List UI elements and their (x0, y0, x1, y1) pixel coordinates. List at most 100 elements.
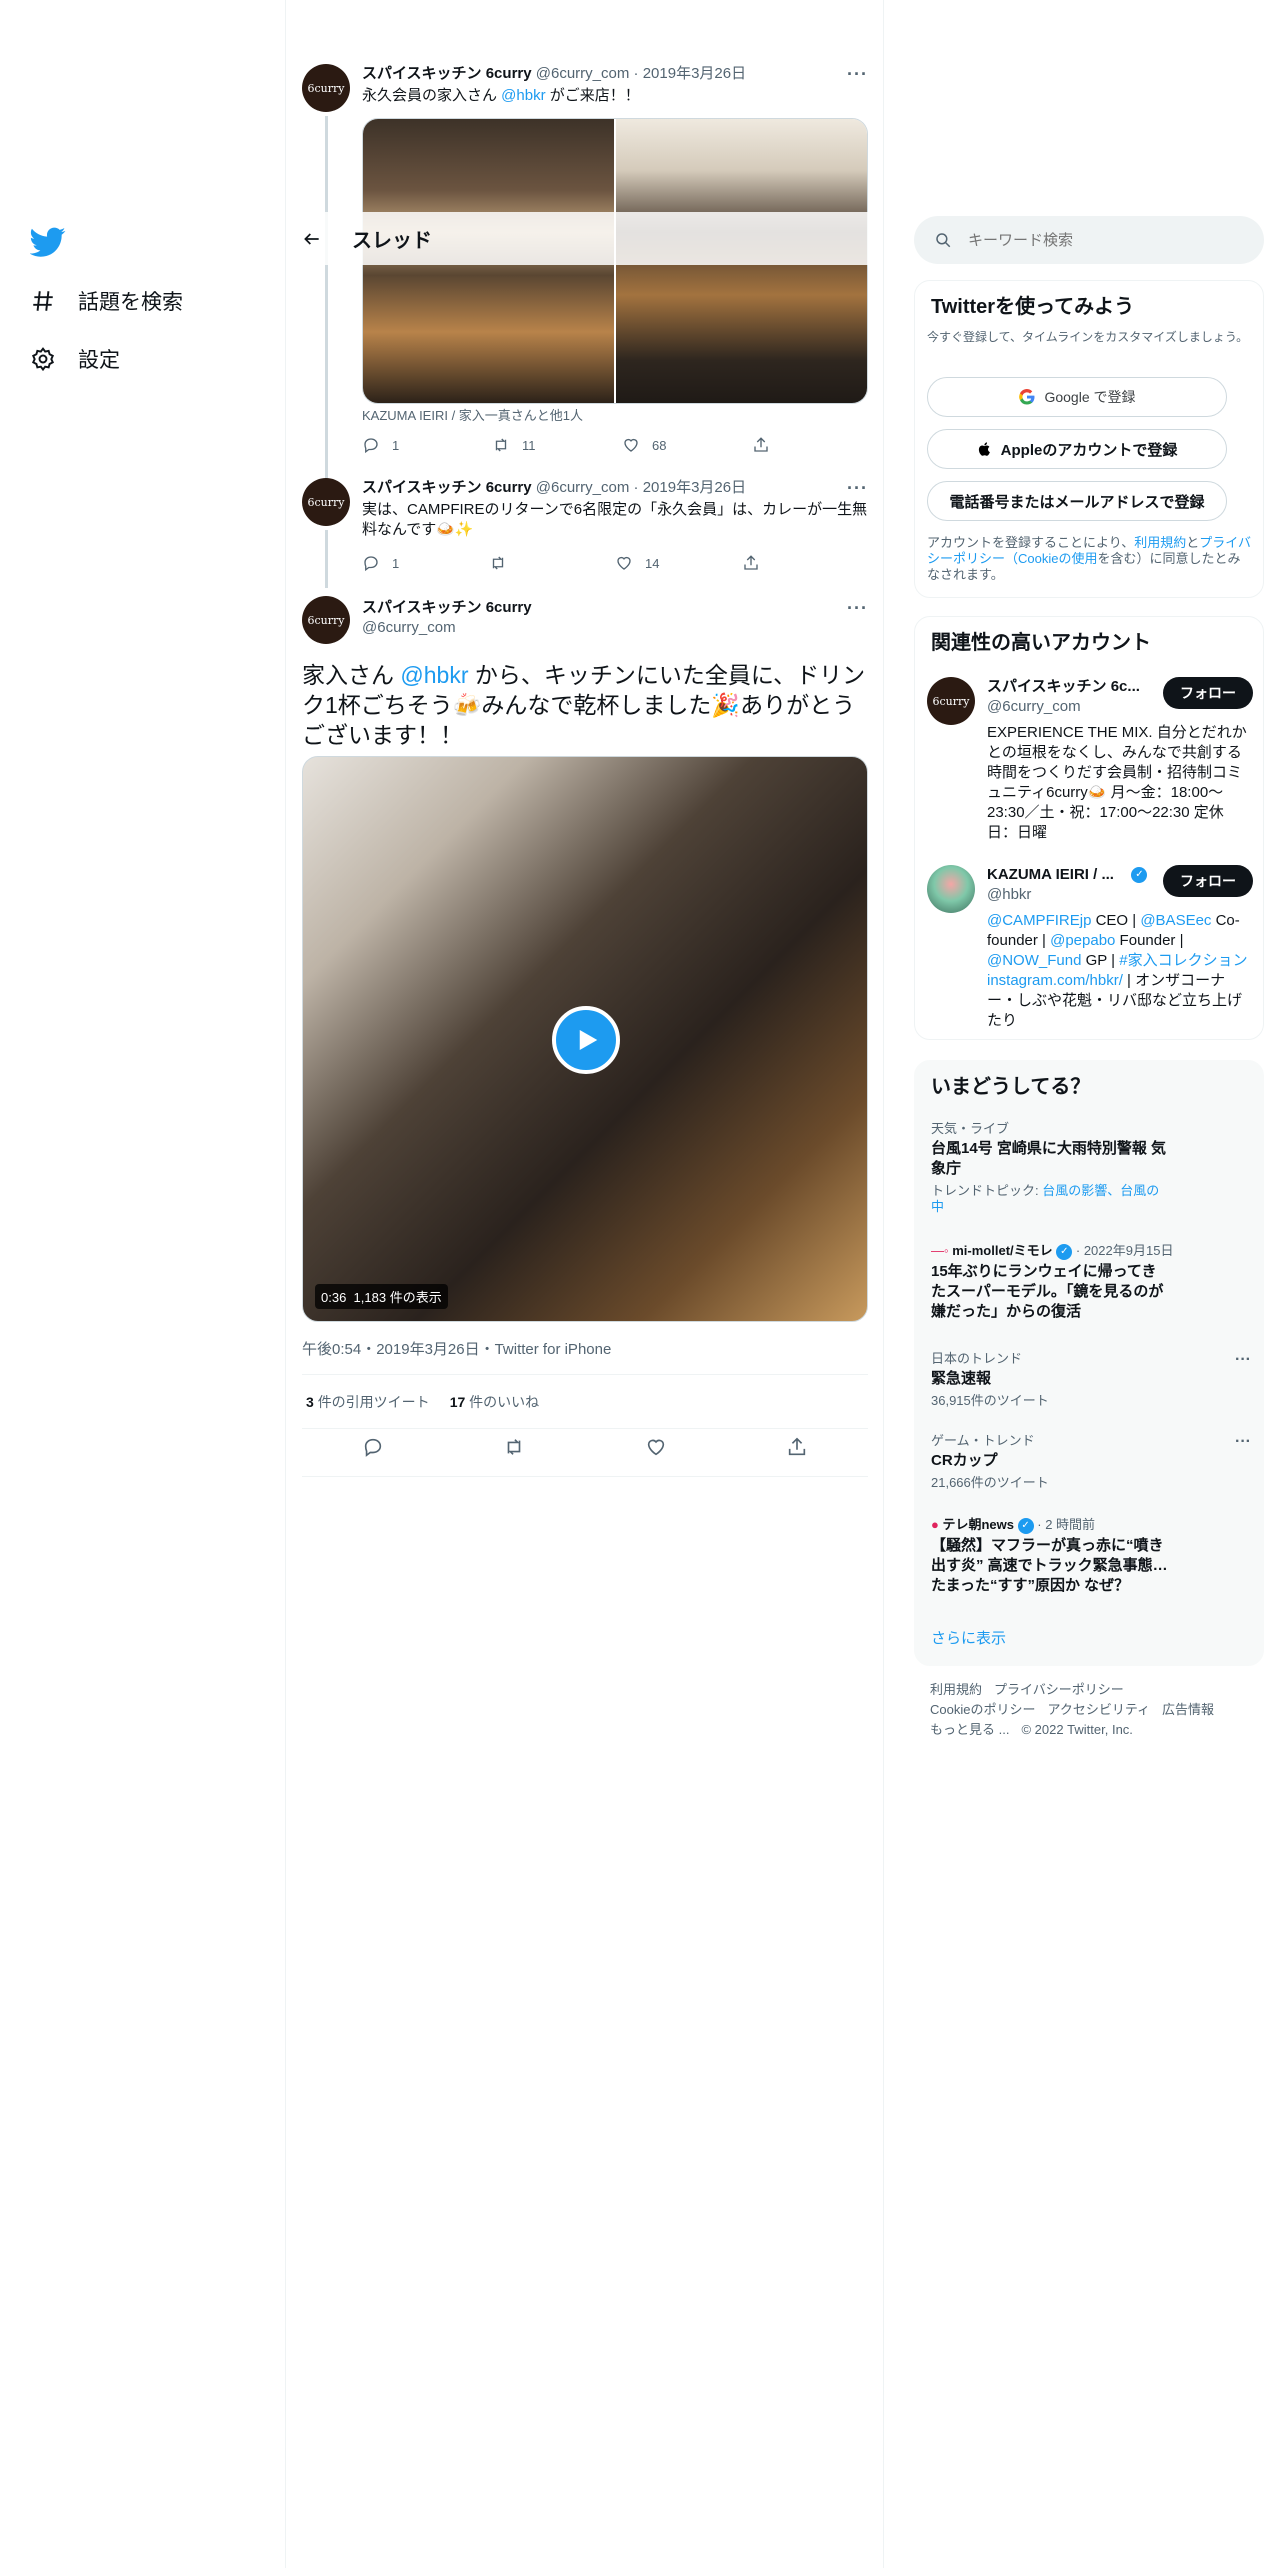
trends-title: いまどうしてる？ (931, 1076, 1091, 1098)
footer-link[interactable]: アクセシビリティ (1047, 1702, 1150, 1717)
more-options-icon[interactable]: ··· (847, 64, 868, 85)
share-icon[interactable] (786, 1436, 808, 1458)
photo-tag-line[interactable]: KAZUMA IEIRI / 家入一真さんと他1人 (362, 408, 583, 424)
account-name[interactable]: KAZUMA IEIRI / ... (987, 865, 1127, 885)
verified-badge-icon: ✓ (1056, 1243, 1073, 1260)
twitter-logo-icon[interactable] (29, 224, 66, 260)
thread-connector (325, 116, 328, 526)
nav-explore[interactable]: 話題を検索 (30, 286, 183, 316)
search-input[interactable] (968, 231, 1228, 249)
follow-button[interactable]: フォロー (1163, 677, 1253, 709)
reply-button[interactable]: 1 (362, 554, 489, 572)
trend-title: 台風14号 宮崎県に大雨特別警報 気象庁 (931, 1140, 1167, 1177)
search-bar[interactable] (914, 216, 1264, 264)
google-signup-button[interactable]: Google で登録 (927, 377, 1227, 417)
retweet-button[interactable] (489, 554, 616, 572)
share-button[interactable] (742, 554, 869, 572)
tweet-actions: 1 11 68 (362, 436, 882, 454)
heart-icon[interactable] (645, 1436, 667, 1458)
tweet-date[interactable]: 2019年3月26日 (643, 65, 746, 82)
avatar[interactable]: 6curry (927, 677, 975, 725)
tweet-author-handle[interactable]: @6curry_com (536, 65, 630, 82)
trend-item[interactable]: 日本のトレンド 緊急速報 36,915件のツイート ··· (931, 1351, 1251, 1409)
account-bio: @CAMPFIREjp CEO | @BASEec Co-founder | @… (987, 912, 1248, 1029)
quote-tweets-link[interactable]: 3 件の引用ツイート (306, 1392, 430, 1412)
avatar[interactable]: 6curry (302, 478, 350, 526)
reply-button[interactable]: 1 (362, 436, 492, 454)
heart-icon (624, 438, 638, 452)
video-info-badge: 0:36 1,183 件の表示 (315, 1284, 448, 1309)
more-options-icon[interactable]: ··· (1235, 1433, 1251, 1451)
more-options-icon[interactable]: ··· (1235, 1351, 1251, 1369)
copyright: © 2022 Twitter, Inc. (1021, 1722, 1133, 1737)
retweet-button[interactable]: 11 (492, 436, 622, 454)
account-name[interactable]: スパイスキッチン 6c... (987, 677, 1147, 697)
news-source-icon: —◦ (931, 1243, 949, 1258)
footer-link[interactable]: Cookieのポリシー (930, 1702, 1035, 1717)
thread-header: スレッド (286, 212, 883, 265)
trend-item[interactable]: ● テレ朝news ✓ · 2 時間前 【騒然】マフラーが真っ赤に“噴き出す炎”… (931, 1517, 1251, 1596)
mention-link[interactable]: @hbkr (400, 662, 468, 688)
retweet-icon[interactable] (503, 1436, 525, 1458)
tweet-author-handle[interactable]: @6curry_com (536, 479, 630, 496)
tweet-text: 永久会員の家入さん @hbkr がご来店！！ (362, 87, 640, 104)
more-options-icon[interactable]: ··· (847, 598, 868, 619)
show-more-link[interactable]: さらに表示 (931, 1627, 1006, 1648)
terms-link[interactable]: 利用規約 (1134, 535, 1186, 550)
divider (302, 1476, 868, 1477)
follow-button[interactable]: フォロー (1163, 865, 1253, 897)
avatar[interactable]: 6curry (302, 596, 350, 644)
trend-item[interactable]: 天気・ライブ 台風14号 宮崎県に大雨特別警報 気象庁 トレンドトピック: 台風… (931, 1121, 1251, 1215)
hashtag-icon (33, 291, 53, 311)
play-icon (579, 1030, 598, 1050)
tweet-timestamp[interactable]: 午後0:54・2019年3月26日・Twitter for iPhone (302, 1338, 611, 1359)
tweet-author-name[interactable]: スパイスキッチン 6curry (362, 479, 532, 496)
trend-title: 15年ぶりにランウェイに帰ってきたスーパーモデル。「鏡を見るのが嫌だった」からの… (931, 1262, 1164, 1320)
trend-item[interactable]: ゲーム・トレンド CRカップ 21,666件のツイート ··· (931, 1433, 1251, 1491)
share-button[interactable] (752, 436, 882, 454)
tweet-video[interactable]: 0:36 1,183 件の表示 (302, 756, 868, 1322)
tweet-author-name[interactable]: スパイスキッチン 6curry (362, 599, 532, 616)
divider (302, 1374, 868, 1375)
related-account[interactable]: KAZUMA IEIRI / ... ✓ @hbkr @CAMPFIREjp C… (927, 865, 1253, 1029)
like-button[interactable]: 14 (615, 554, 742, 572)
back-arrow-icon[interactable] (302, 229, 322, 249)
avatar[interactable] (927, 865, 975, 913)
divider (302, 1428, 868, 1429)
apple-logo-icon (978, 442, 990, 456)
avatar[interactable]: 6curry (302, 64, 350, 112)
tweet-author-handle[interactable]: @6curry_com (362, 619, 456, 636)
verified-badge-icon: ✓ (1131, 867, 1148, 883)
account-bio: EXPERIENCE THE MIX. 自分とだれかとの垣根をなくし、みんなで共… (987, 724, 1247, 841)
play-button[interactable] (552, 1006, 620, 1074)
trends-card: いまどうしてる？ 天気・ライブ 台風14号 宮崎県に大雨特別警報 気象庁 トレン… (914, 1060, 1264, 1666)
focus-tweet-actions (302, 1436, 868, 1458)
tweet-header: スパイスキッチン 6curry @6curry_com · 2019年3月26日 (362, 65, 747, 82)
tweet-date[interactable]: 2019年3月26日 (643, 479, 746, 496)
footer-link[interactable]: プライバシーポリシー (994, 1682, 1124, 1697)
trend-title: CRカップ (931, 1452, 998, 1469)
thread-tweet-2[interactable]: 6curry スパイスキッチン 6curry @6curry_com · 201… (302, 478, 869, 588)
footer-link[interactable]: 広告情報 (1162, 1702, 1214, 1717)
phone-email-signup-button[interactable]: 電話番号またはメールアドレスで登録 (927, 481, 1227, 521)
footer-link[interactable]: もっと見る ... (930, 1722, 1009, 1737)
mention-link[interactable]: @hbkr (501, 87, 545, 104)
reply-icon[interactable] (362, 1436, 384, 1458)
left-navigation: 話題を検索 設定 (0, 0, 286, 2568)
trend-item[interactable]: —◦ mi-mollet/ミモレ ✓ · 2022年9月15日 15年ぶりにラン… (931, 1243, 1251, 1322)
more-options-icon[interactable]: ··· (847, 478, 868, 499)
related-title: 関連性の高いアカウント (931, 632, 1151, 654)
nav-settings[interactable]: 設定 (30, 344, 120, 374)
like-button[interactable]: 68 (622, 436, 752, 454)
tweet-header: スパイスキッチン 6curry @6curry_com · 2019年3月26日 (362, 479, 747, 496)
related-account[interactable]: 6curry スパイスキッチン 6c... @6curry_com EXPERI… (927, 677, 1253, 841)
footer-link[interactable]: 利用規約 (930, 1682, 982, 1697)
tweet-author-name[interactable]: スパイスキッチン 6curry (362, 65, 532, 82)
nav-explore-label: 話題を検索 (78, 291, 183, 314)
related-accounts-card: 関連性の高いアカウント 6curry スパイスキッチン 6c... @6curr… (914, 616, 1264, 1040)
nav-settings-label: 設定 (78, 349, 120, 372)
tweet-stats: 3 件の引用ツイート 17 件のいいね (306, 1392, 539, 1412)
retweet-icon (495, 438, 507, 452)
likes-link[interactable]: 17 件のいいね (450, 1392, 539, 1412)
apple-signup-button[interactable]: Appleのアカウントで登録 (927, 429, 1227, 469)
